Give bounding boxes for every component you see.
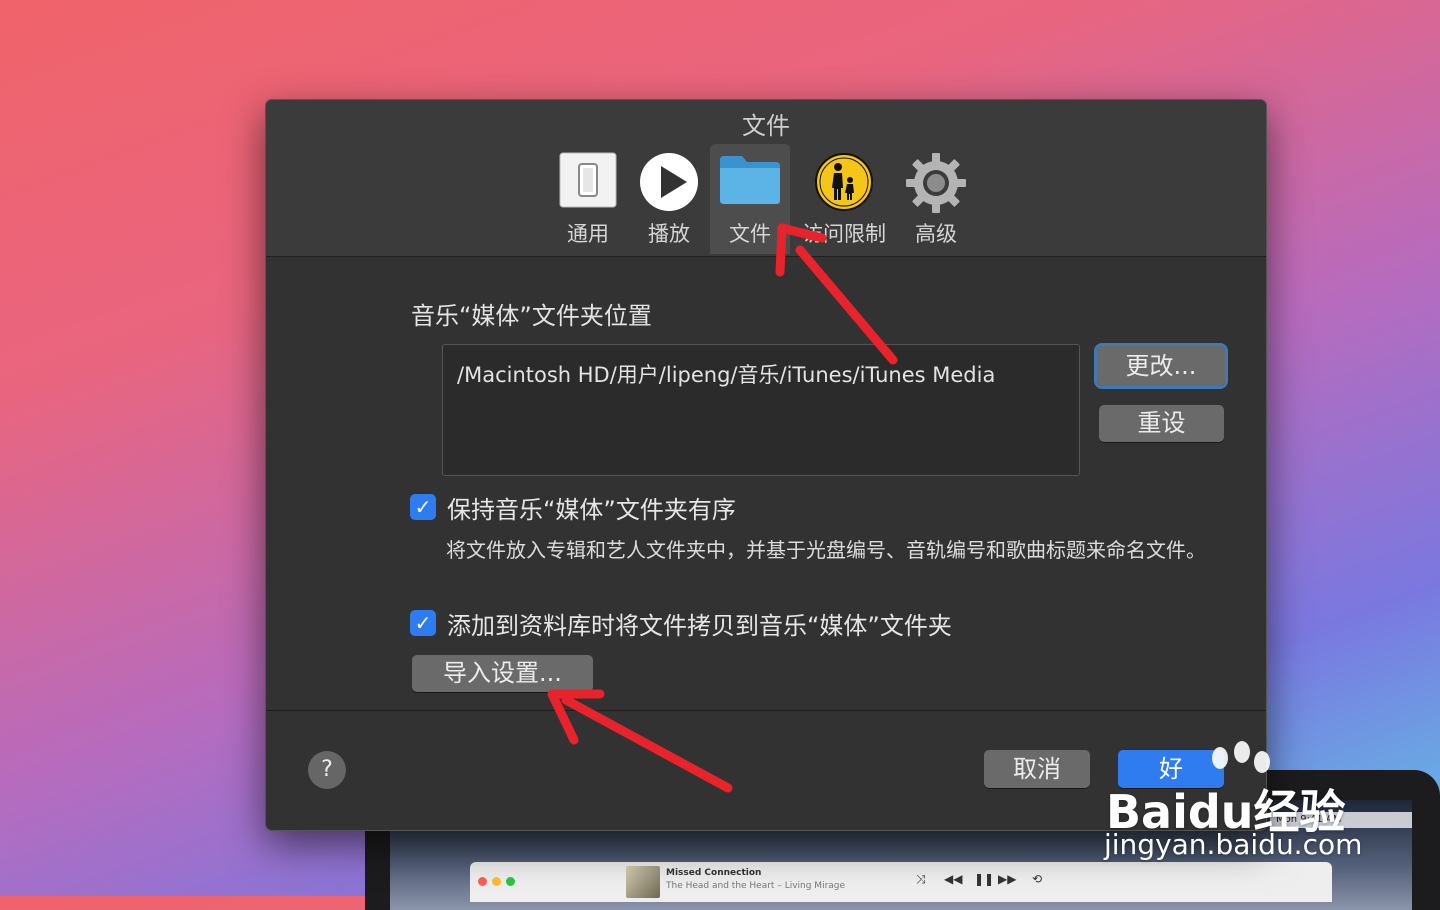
- copy-to-media-checkbox[interactable]: ✓: [410, 610, 436, 636]
- tab-playback[interactable]: 播放: [633, 144, 705, 254]
- player-song-subtitle: The Head and the Heart – Living Mirage: [666, 881, 846, 891]
- tab-general[interactable]: 通用: [552, 144, 624, 254]
- keep-organized-description: 将文件放入专辑和艺人文件夹中，并基于光盘编号、音轨编号和歌曲标题来命名文件。: [446, 538, 1206, 562]
- player-song-title: Missed Connection: [666, 868, 762, 878]
- toolbar: 文件 通用 播放 文件 访问限制 高级: [266, 100, 1266, 257]
- change-button[interactable]: 更改...: [1094, 343, 1228, 389]
- folder-icon: [718, 152, 782, 211]
- tab-general-label: 通用: [567, 222, 609, 246]
- keep-organized-label: 保持音乐“媒体”文件夹有序: [447, 496, 736, 524]
- close-dot-icon: [478, 877, 487, 886]
- tab-playback-label: 播放: [648, 222, 690, 246]
- tab-files-label: 文件: [729, 222, 771, 246]
- help-button[interactable]: ?: [308, 751, 346, 789]
- background-music-player: Missed Connection The Head and the Heart…: [470, 862, 1332, 902]
- gear-icon: [905, 152, 967, 219]
- media-folder-location-title: 音乐“媒体”文件夹位置: [411, 302, 652, 330]
- tab-files[interactable]: 文件: [710, 144, 790, 254]
- footer-divider: [266, 710, 1266, 711]
- general-switch-icon: [559, 152, 617, 213]
- minimize-dot-icon: [492, 877, 501, 886]
- zoom-dot-icon: [506, 877, 515, 886]
- cancel-button[interactable]: 取消: [984, 750, 1090, 788]
- shuffle-icon: ⤨: [916, 872, 926, 886]
- repeat-icon: ⟲: [1032, 872, 1043, 886]
- parental-controls-icon: [814, 152, 874, 217]
- dialog-title: 文件: [742, 112, 790, 140]
- reset-button[interactable]: 重设: [1099, 405, 1224, 442]
- preferences-dialog: 文件 通用 播放 文件 访问限制 高级 音乐“媒体”文件夹位置 /Macinto…: [265, 99, 1267, 831]
- pause-icon: ❚❚: [974, 872, 995, 886]
- album-art: [626, 866, 660, 898]
- tab-parental-controls-label: 访问限制: [802, 222, 886, 246]
- media-folder-path-field[interactable]: /Macintosh HD/用户/lipeng/音乐/iTunes/iTunes…: [442, 344, 1080, 476]
- import-settings-button[interactable]: 导入设置...: [412, 655, 593, 692]
- keep-organized-checkbox[interactable]: ✓: [410, 494, 436, 520]
- play-icon: [639, 152, 699, 217]
- tab-advanced-label: 高级: [915, 222, 957, 246]
- tab-parental-controls[interactable]: 访问限制: [796, 144, 892, 254]
- rewind-icon: ◀◀: [944, 872, 963, 886]
- forward-icon: ▶▶: [998, 872, 1017, 886]
- watermark-url: jingyan.baidu.com: [1104, 828, 1363, 861]
- copy-to-media-label: 添加到资料库时将文件拷贝到音乐“媒体”文件夹: [447, 612, 952, 640]
- tab-advanced[interactable]: 高级: [898, 144, 974, 254]
